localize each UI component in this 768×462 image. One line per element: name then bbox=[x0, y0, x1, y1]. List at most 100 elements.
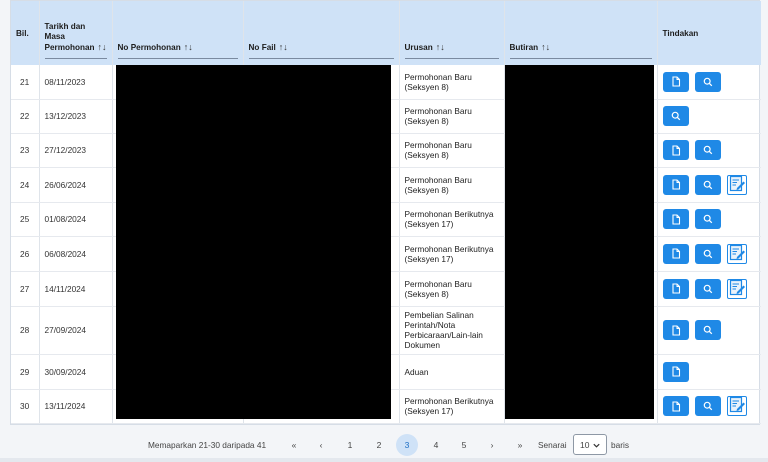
cell-tindakan bbox=[657, 236, 761, 272]
edit-document-icon bbox=[728, 244, 746, 264]
urusan-text: Permohonan Baru (Seksyen 8) bbox=[404, 140, 472, 160]
urusan-text: Permohonan Baru (Seksyen 8) bbox=[404, 71, 472, 92]
cell-urusan: Pembelian Salinan Perintah/Nota Perbicar… bbox=[399, 306, 505, 355]
view-details-button[interactable] bbox=[694, 320, 721, 340]
action-buttons bbox=[662, 278, 757, 299]
view-document-button[interactable] bbox=[662, 140, 689, 160]
edit-document-button[interactable] bbox=[726, 396, 747, 416]
search-icon bbox=[703, 284, 713, 294]
urusan-text: Permohonan Berikutnya (Seksyen 17) bbox=[404, 396, 494, 416]
cell-date: 27/09/2024 bbox=[39, 306, 113, 355]
cell-urusan: Permohonan Baru (Seksyen 8) bbox=[399, 65, 505, 100]
view-document-button[interactable] bbox=[662, 174, 689, 195]
view-details-button[interactable] bbox=[694, 396, 721, 416]
redacted-butiran bbox=[505, 65, 654, 419]
sort-icon[interactable]: ↑↓ bbox=[279, 42, 288, 52]
header-tarikh[interactable]: Tarikh dan Masa Permohonan ↑↓ bbox=[39, 1, 113, 65]
document-icon bbox=[671, 366, 681, 377]
sort-icon[interactable]: ↑↓ bbox=[436, 42, 445, 52]
cell-tindakan bbox=[657, 99, 761, 134]
sort-icon[interactable]: ↑↓ bbox=[541, 42, 550, 52]
urusan-text: Permohonan Berikutnya (Seksyen 17) bbox=[404, 209, 494, 229]
search-icon bbox=[703, 249, 713, 259]
view-details-button[interactable] bbox=[694, 209, 721, 229]
header-butiran[interactable]: Butiran ↑↓ bbox=[504, 1, 658, 65]
view-document-button[interactable] bbox=[662, 243, 689, 264]
cell-bil: 25 bbox=[11, 202, 40, 237]
document-icon bbox=[671, 213, 681, 225]
header-urusan-label: Urusan bbox=[404, 43, 433, 52]
sort-icon[interactable]: ↑↓ bbox=[184, 42, 193, 52]
next-page-button[interactable]: › bbox=[481, 434, 503, 456]
view-details-button[interactable] bbox=[694, 71, 721, 92]
page-button-5[interactable]: 5 bbox=[453, 434, 475, 456]
header-no-fail-label: No Fail bbox=[248, 43, 276, 52]
edit-document-button[interactable] bbox=[726, 278, 747, 299]
document-icon bbox=[671, 324, 681, 336]
cell-bil: 21 bbox=[11, 65, 40, 100]
view-details-button[interactable] bbox=[694, 243, 721, 264]
cell-tindakan bbox=[657, 271, 761, 307]
page-button-3-active[interactable]: 3 bbox=[396, 434, 418, 456]
action-buttons bbox=[662, 209, 757, 229]
cell-tindakan bbox=[657, 202, 761, 237]
page-button-4[interactable]: 4 bbox=[425, 434, 447, 456]
search-icon bbox=[671, 111, 681, 121]
edit-document-button[interactable] bbox=[726, 174, 747, 195]
cell-urusan: Permohonan Baru (Seksyen 8) bbox=[399, 133, 505, 168]
view-document-button[interactable] bbox=[662, 361, 689, 382]
page-button-2[interactable]: 2 bbox=[368, 434, 390, 456]
first-page-button[interactable]: « bbox=[283, 434, 305, 456]
cell-tindakan bbox=[657, 306, 761, 355]
cell-urusan: Permohonan Baru (Seksyen 8) bbox=[399, 271, 505, 307]
pagination-bar: Memaparkan 21-30 daripada 41 « ‹ 1 2 3 4… bbox=[0, 432, 768, 458]
edit-document-icon bbox=[728, 396, 746, 416]
view-details-button[interactable] bbox=[694, 140, 721, 160]
view-document-button[interactable] bbox=[662, 209, 689, 229]
action-buttons bbox=[662, 396, 757, 416]
view-details-button[interactable] bbox=[694, 278, 721, 299]
page-button-1[interactable]: 1 bbox=[339, 434, 361, 456]
last-page-button[interactable]: » bbox=[509, 434, 531, 456]
header-urusan[interactable]: Urusan ↑↓ bbox=[399, 1, 505, 65]
urusan-text: Aduan bbox=[404, 366, 429, 377]
cell-bil: 26 bbox=[11, 236, 40, 272]
view-document-button[interactable] bbox=[662, 278, 689, 299]
document-icon bbox=[671, 248, 681, 259]
page-size-select[interactable]: 10 bbox=[573, 434, 607, 455]
cell-bil: 30 bbox=[11, 389, 40, 424]
cell-tindakan bbox=[657, 65, 761, 100]
header-no-fail[interactable]: No Fail ↑↓ bbox=[243, 1, 400, 65]
edit-document-icon bbox=[728, 175, 746, 195]
document-icon bbox=[671, 179, 681, 190]
cell-date: 27/12/2023 bbox=[39, 133, 113, 168]
cell-urusan: Permohonan Berikutnya (Seksyen 17) bbox=[399, 202, 505, 237]
view-details-button[interactable] bbox=[694, 174, 721, 195]
cell-urusan: Permohonan Baru (Seksyen 8) bbox=[399, 167, 505, 203]
sort-icon[interactable]: ↑↓ bbox=[98, 42, 107, 52]
view-document-button[interactable] bbox=[662, 320, 689, 340]
action-buttons bbox=[662, 243, 757, 264]
search-icon bbox=[703, 401, 713, 411]
cell-bil: 23 bbox=[11, 133, 40, 168]
cell-date: 14/11/2024 bbox=[39, 271, 113, 307]
header-tindakan-label: Tindakan bbox=[662, 29, 699, 38]
cell-date: 08/11/2023 bbox=[39, 65, 113, 100]
header-no-permohonan[interactable]: No Permohonan ↑↓ bbox=[112, 1, 244, 65]
pagination-info: Memaparkan 21-30 daripada 41 bbox=[148, 440, 267, 450]
header-bil-label: Bil. bbox=[16, 29, 29, 38]
action-buttons bbox=[662, 106, 757, 126]
view-document-button[interactable] bbox=[662, 71, 689, 92]
prev-page-button[interactable]: ‹ bbox=[310, 434, 332, 456]
view-document-button[interactable] bbox=[662, 396, 689, 416]
urusan-text: Pembelian Salinan Perintah/Nota Perbicar… bbox=[404, 310, 483, 350]
cell-bil: 27 bbox=[11, 271, 40, 307]
cell-urusan: Permohonan Berikutnya (Seksyen 17) bbox=[399, 236, 505, 272]
edit-document-button[interactable] bbox=[726, 243, 747, 264]
cell-urusan: Permohonan Berikutnya (Seksyen 17) bbox=[399, 389, 505, 424]
cell-tindakan bbox=[657, 167, 761, 203]
cell-date: 13/11/2024 bbox=[39, 389, 113, 424]
header-butiran-label: Butiran bbox=[509, 43, 539, 52]
edit-document-icon bbox=[728, 279, 746, 299]
view-details-button[interactable] bbox=[662, 106, 689, 126]
